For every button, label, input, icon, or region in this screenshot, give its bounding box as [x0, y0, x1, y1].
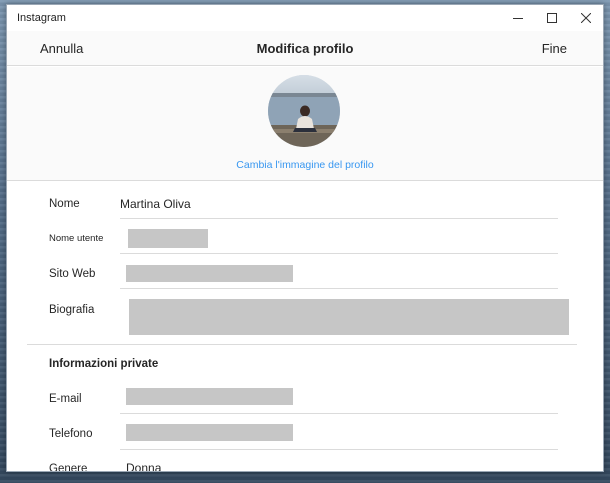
username-row: Nome utente [49, 227, 589, 254]
gender-label: Genere [49, 463, 88, 472]
window-title: Instagram [17, 12, 66, 24]
email-row: E-mail [49, 386, 589, 414]
phone-row: Telefono [49, 422, 589, 450]
change-profile-photo-link[interactable]: Cambia l'immagine del profilo [7, 159, 603, 171]
section-divider [27, 344, 577, 345]
minimize-button[interactable] [501, 5, 535, 31]
maximize-button[interactable] [535, 5, 569, 31]
minimize-icon [513, 18, 523, 19]
email-label: E-mail [49, 393, 82, 405]
maximize-icon [547, 13, 557, 23]
edit-profile-header: Annulla Modifica profilo Fine [7, 31, 603, 66]
email-underline [120, 413, 558, 414]
cancel-button[interactable]: Annulla [40, 41, 83, 56]
profile-photo [268, 75, 340, 147]
close-icon [581, 13, 591, 23]
bio-row: Biografia [49, 297, 589, 337]
gender-select[interactable]: Donna [126, 461, 161, 471]
name-row: Nome Martina Oliva [49, 194, 589, 220]
done-button[interactable]: Fine [542, 41, 567, 56]
name-label: Nome [49, 198, 80, 210]
gender-row: Genere Donna [49, 459, 589, 472]
email-input[interactable] [126, 388, 293, 405]
phone-underline [120, 449, 558, 450]
phone-label: Telefono [49, 428, 93, 440]
website-label: Sito Web [49, 268, 96, 280]
website-input[interactable] [126, 265, 293, 282]
profile-photo-section: Cambia l'immagine del profilo [7, 67, 603, 181]
username-underline [120, 253, 558, 254]
username-input[interactable] [128, 229, 208, 248]
page-title: Modifica profilo [256, 40, 354, 56]
bio-label: Biografia [49, 304, 95, 316]
website-underline [120, 288, 558, 289]
website-row: Sito Web [49, 262, 589, 289]
title-bar: Instagram [7, 5, 603, 31]
private-info-title: Informazioni private [49, 358, 159, 370]
bio-input[interactable] [129, 299, 569, 335]
name-input[interactable]: Martina Oliva [120, 197, 191, 211]
close-button[interactable] [569, 5, 603, 31]
phone-input[interactable] [126, 424, 293, 441]
username-label: Nome utente [49, 233, 104, 244]
app-window: Instagram Annulla Modifica profilo Fine [6, 4, 604, 472]
avatar[interactable] [268, 75, 340, 147]
name-underline [120, 218, 558, 219]
